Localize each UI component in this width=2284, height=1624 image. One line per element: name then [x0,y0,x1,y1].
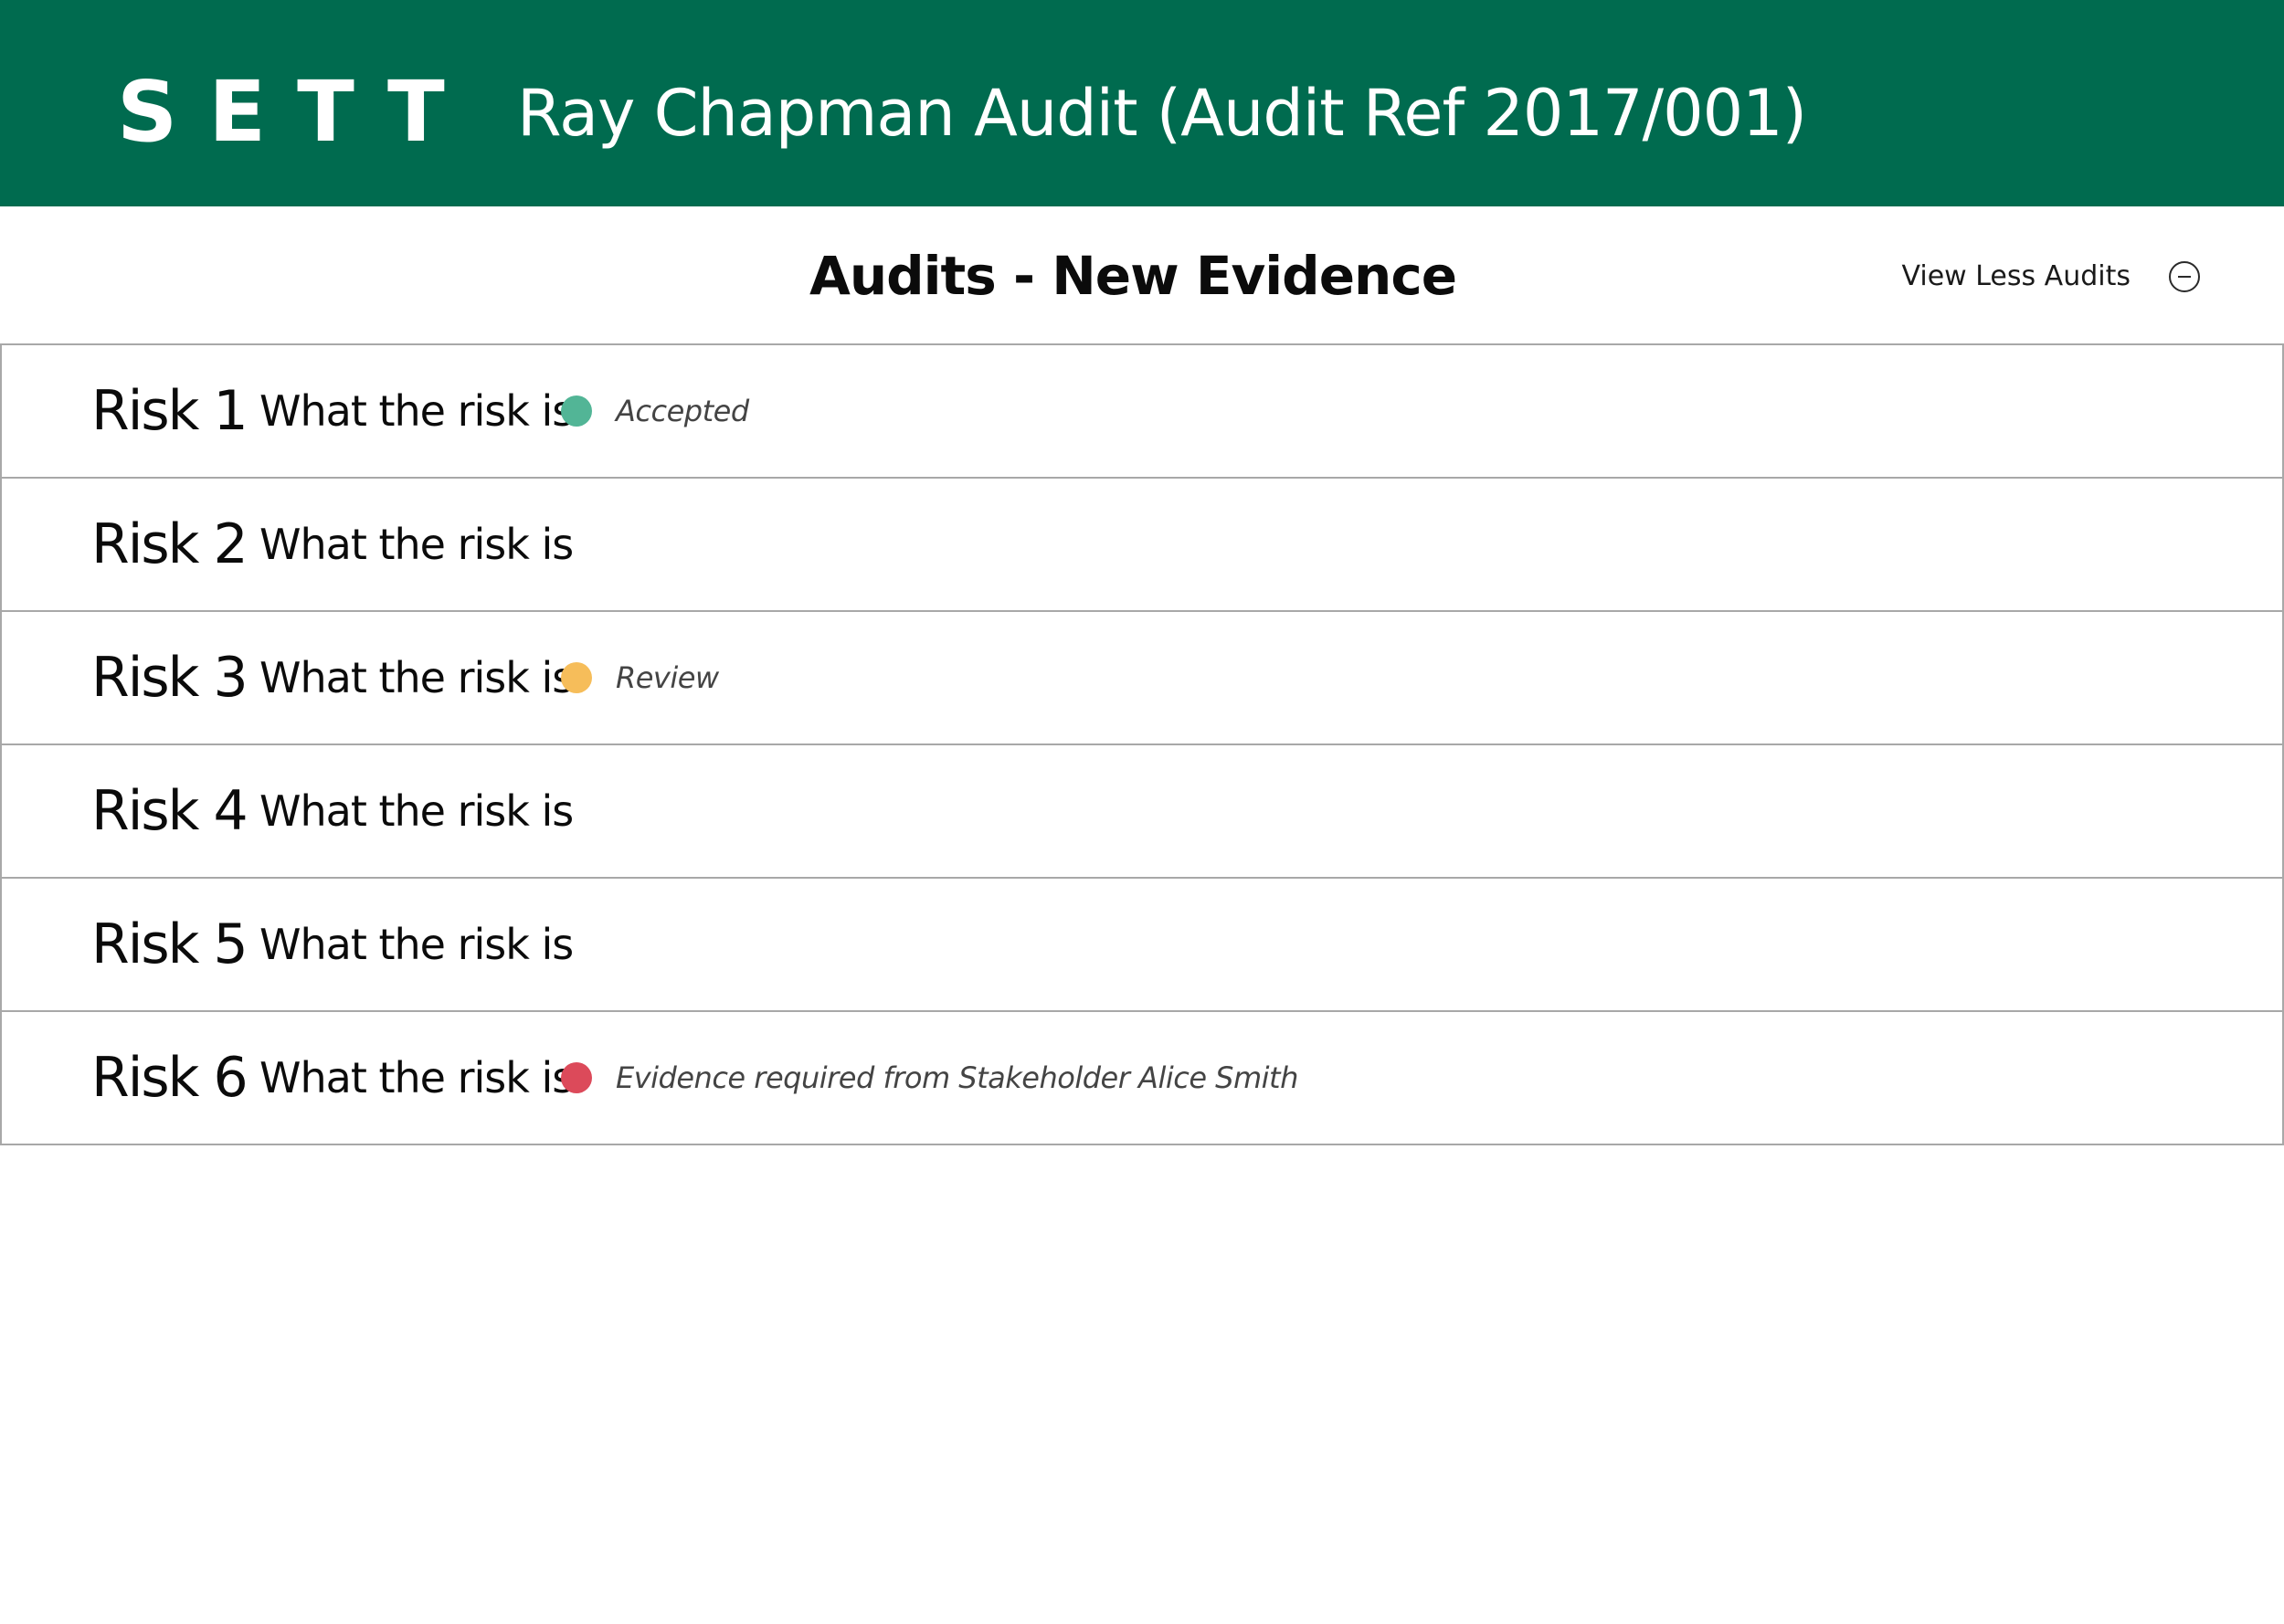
risk-description: What the risk is [259,1053,574,1102]
risk-row[interactable]: Risk 4 What the risk is [2,745,2282,879]
risk-id: Risk 3 [91,646,248,710]
risk-id: Risk 4 [91,779,248,843]
status-dot-icon [561,395,592,427]
risk-row[interactable]: Risk 2 What the risk is [2,479,2282,612]
risk-description: What the risk is [259,386,574,436]
risk-list: Risk 1 What the risk is Accepted Risk 2 … [0,343,2284,1145]
risk-description: What the risk is [259,920,574,969]
audit-title: Ray Chapman Audit (Audit Ref 2017/001) [517,76,1807,151]
risk-description: What the risk is [259,786,574,836]
risk-id: Risk 6 [91,1046,248,1110]
risk-row[interactable]: Risk 1 What the risk is Accepted [2,345,2282,479]
status-text: Evidence required from Stakeholder Alice… [616,1060,1298,1095]
sett-logo[interactable]: SETT [117,62,476,163]
minus-circle-icon[interactable] [2169,261,2200,292]
risk-id: Risk 5 [91,912,248,976]
risk-description: What the risk is [259,520,574,569]
view-less-audits-label: View Less Audits [1901,260,2131,292]
status-text: Review [616,660,719,695]
risk-description: What the risk is [259,653,574,702]
status-dot-icon [561,662,592,693]
risk-id: Risk 2 [91,512,248,576]
risk-row[interactable]: Risk 6 What the risk is Evidence require… [2,1012,2282,1145]
status-text: Accepted [616,394,749,428]
risk-id: Risk 1 [91,379,248,443]
risk-row[interactable]: Risk 3 What the risk is Review [2,612,2282,745]
view-less-audits-button[interactable]: View Less Audits [1902,256,2200,298]
risk-row[interactable]: Risk 5 What the risk is [2,879,2282,1012]
app-header: SETT Ray Chapman Audit (Audit Ref 2017/0… [0,0,2284,206]
status-dot-icon [561,1062,592,1093]
